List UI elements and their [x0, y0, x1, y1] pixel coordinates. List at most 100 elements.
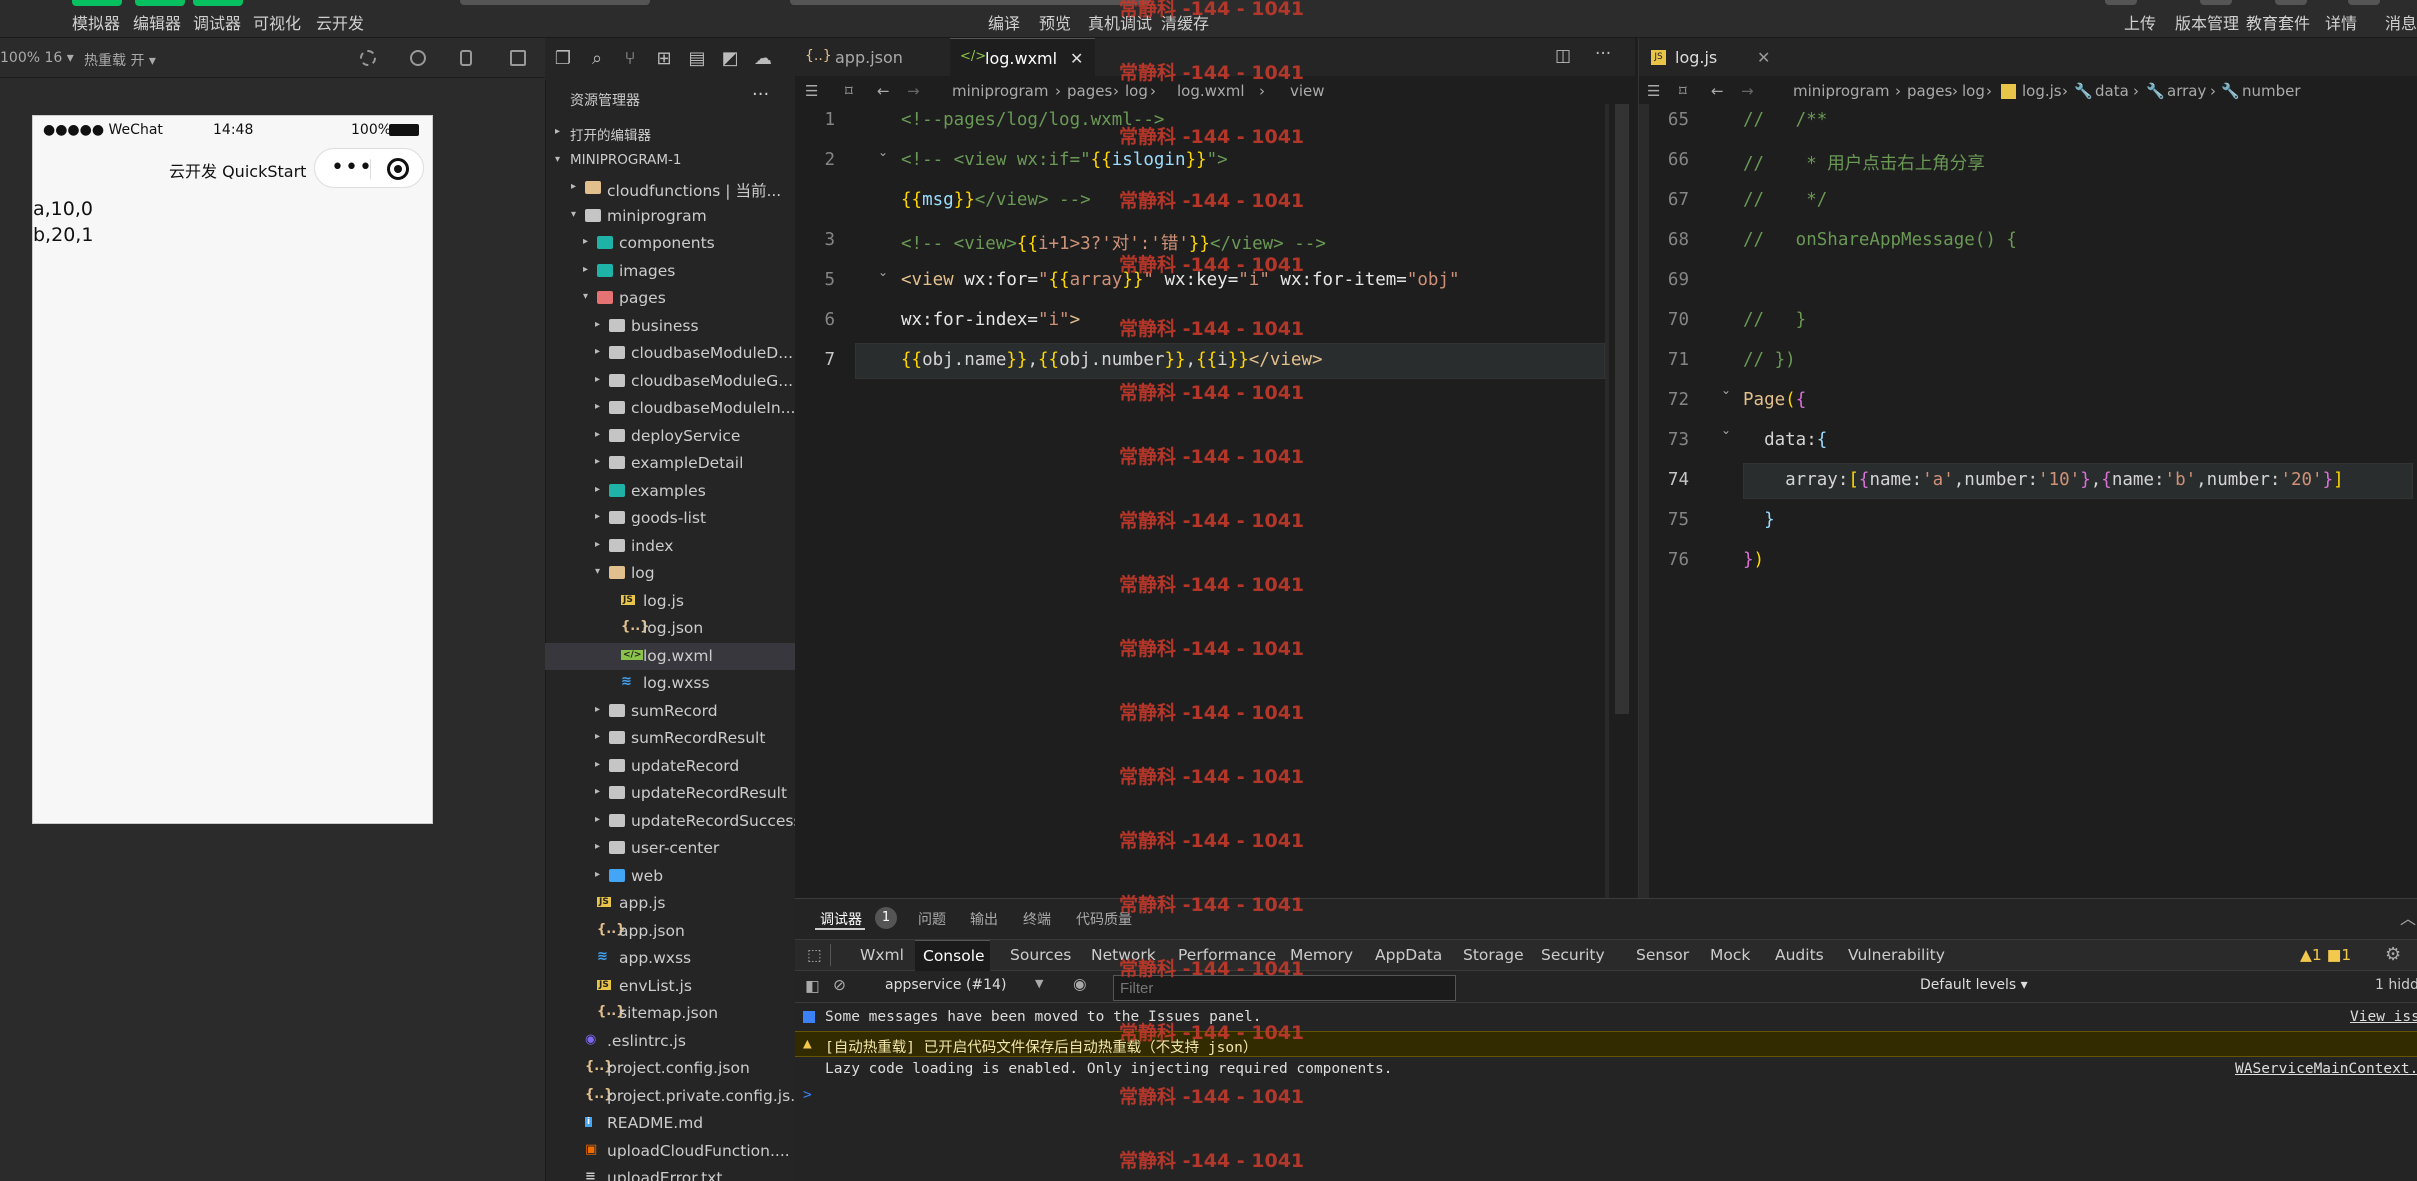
editor1-scrollbar[interactable] — [1615, 104, 1629, 714]
tab-problems[interactable]: 问题 — [918, 909, 946, 929]
breadcrumb-item[interactable]: miniprogram — [952, 82, 1048, 100]
breadcrumb-item[interactable]: array — [2167, 82, 2206, 100]
code-line-current[interactable]: array:[{name:'a',number:'10'},{name:'b',… — [1743, 470, 2344, 510]
fold-chevron-icon[interactable]: ⌄ — [878, 145, 888, 159]
code-line[interactable]: }) — [1743, 550, 1764, 590]
code-line[interactable]: // onShareAppMessage() { — [1743, 230, 2017, 270]
tree-file[interactable]: ≋ log.wxss — [545, 670, 795, 698]
sidebar-toggle-icon[interactable]: ◧ — [805, 977, 820, 995]
toolbar-editor-button[interactable]: 编辑器 — [133, 10, 181, 34]
tab-log-js[interactable]: JS log.js ✕ — [1639, 38, 1779, 76]
search-icon[interactable]: ⌕ — [586, 48, 608, 70]
compile-mode-select[interactable] — [790, 0, 1150, 5]
code-line[interactable]: {{msg}}</view> --> — [901, 190, 1091, 230]
console-prompt[interactable]: > — [795, 1083, 2417, 1109]
tree-file[interactable]: {..} log.json — [545, 615, 795, 643]
context-select[interactable]: appservice (#14) — [885, 977, 1006, 993]
tab-sensor[interactable]: Sensor — [1636, 946, 1689, 964]
tree-folder[interactable]: ▸ index — [545, 533, 795, 561]
tree-folder[interactable]: ▸ deployService — [545, 423, 795, 451]
code-line[interactable]: // */ — [1743, 190, 1827, 230]
tree-folder[interactable]: ▸ cloudbaseModuleIn... — [545, 395, 795, 423]
close-miniprogram-icon[interactable] — [387, 158, 409, 180]
bookmark-icon[interactable]: ⌑ — [845, 82, 853, 100]
phone-icon[interactable] — [460, 50, 472, 66]
tab-mock[interactable]: Mock — [1710, 946, 1750, 964]
tree-folder[interactable]: ▾ miniprogram — [545, 203, 795, 231]
fold-chevron-icon[interactable]: ⌄ — [1721, 423, 1731, 437]
breadcrumb-item[interactable]: pages — [1907, 82, 1952, 100]
refresh-icon[interactable] — [360, 50, 376, 66]
tab-debugger[interactable]: 调试器 — [820, 909, 862, 929]
tree-folder[interactable]: ▸ components — [545, 230, 795, 258]
breadcrumb-item[interactable]: miniprogram — [1793, 82, 1889, 100]
code-line[interactable]: // }) — [1743, 350, 1796, 390]
forward-icon[interactable]: → — [1741, 82, 1754, 100]
menu-capsule[interactable]: ••• — [314, 148, 424, 188]
forward-icon[interactable]: → — [907, 82, 920, 100]
tree-folder[interactable]: ▸ updateRecord — [545, 753, 795, 781]
popout-icon[interactable] — [510, 50, 526, 66]
tree-file[interactable]: </> log.wxml — [545, 642, 795, 670]
tree-file[interactable]: JS log.js — [545, 588, 795, 616]
tree-file[interactable]: {..} project.config.json — [545, 1055, 795, 1083]
list-icon[interactable]: ☰ — [805, 82, 818, 100]
zoom-select[interactable]: 100% 16 ▾ — [0, 50, 74, 66]
code-line[interactable]: // } — [1743, 310, 1806, 350]
toolbar-compile-button[interactable]: 编译 — [988, 10, 1020, 34]
tree-folder[interactable]: ▸ sumRecordResult — [545, 725, 795, 753]
hot-reload-toggle[interactable]: 热重载 开 ▾ — [84, 50, 156, 70]
tab-terminal[interactable]: 终端 — [1023, 909, 1051, 929]
tree-folder[interactable]: ▸ user-center — [545, 835, 795, 863]
code-line[interactable]: <!-- <view wx:if="{{islogin}}"> — [901, 150, 1228, 190]
tree-folder[interactable]: ▸ updateRecordResult — [545, 780, 795, 808]
collapse-panel-icon[interactable]: ︿ — [2400, 905, 2416, 929]
tree-file[interactable]: i README.md — [545, 1110, 795, 1138]
tree-file[interactable]: JS app.js — [545, 890, 795, 918]
tree-folder[interactable]: ▸ goods-list — [545, 505, 795, 533]
tree-folder[interactable]: ▸ updateRecordSuccess — [545, 808, 802, 836]
tree-folder[interactable]: ▸ images — [545, 258, 795, 286]
clear-console-icon[interactable]: ⊘ — [833, 976, 846, 994]
tab-vulnerability[interactable]: Vulnerability — [1848, 946, 1945, 964]
close-icon[interactable]: ✕ — [1757, 48, 1770, 67]
mode-select[interactable] — [460, 0, 650, 5]
log-levels-select[interactable]: Default levels ▾ — [1920, 977, 2028, 993]
tab-output[interactable]: 输出 — [970, 909, 998, 929]
outline-icon[interactable]: ▤ — [686, 48, 708, 70]
view-issues-link[interactable]: View iss — [2350, 1009, 2417, 1025]
fold-chevron-icon[interactable]: ⌄ — [878, 265, 888, 279]
tree-file[interactable]: ◉ .eslintrc.js — [545, 1028, 795, 1056]
close-icon[interactable]: ✕ — [1070, 49, 1083, 68]
toolbar-cloud-button[interactable]: 云开发 — [316, 10, 364, 34]
breadcrumb-item[interactable]: number — [2242, 82, 2301, 100]
list-icon[interactable]: ☰ — [1647, 82, 1660, 100]
more-icon[interactable]: ••• — [331, 155, 373, 180]
tree-file[interactable]: ▣ uploadCloudFunction.... — [545, 1138, 795, 1166]
tab-security[interactable]: Security — [1541, 946, 1605, 964]
eye-icon[interactable]: ◉ — [1073, 975, 1087, 993]
tab-wxml[interactable]: Wxml — [860, 946, 904, 964]
open-editors-section[interactable]: ▸ 打开的编辑器 — [545, 120, 795, 148]
tree-file[interactable]: JS envList.js — [545, 973, 795, 1001]
back-icon[interactable]: ← — [1711, 82, 1724, 100]
breadcrumb-item[interactable]: log.js — [2022, 82, 2062, 100]
tree-file[interactable]: {..} project.private.config.js... — [545, 1083, 805, 1111]
tree-folder[interactable]: ▾ log — [545, 560, 795, 588]
toolbar-debugger-button[interactable]: 调试器 — [193, 10, 241, 34]
toolbar-edu-button[interactable]: 教育套件 — [2246, 10, 2310, 34]
tab-log-wxml[interactable]: </> log.wxml ✕ — [950, 38, 1095, 76]
split-editor-icon[interactable]: ◫ — [1555, 46, 1571, 66]
toolbar-detail-button[interactable]: 详情 — [2325, 10, 2357, 34]
toolbar-upload-button[interactable]: 上传 — [2124, 10, 2156, 34]
tree-folder[interactable]: ▸ exampleDetail — [545, 450, 795, 478]
breadcrumb-item[interactable]: data — [2095, 82, 2129, 100]
tree-folder[interactable]: ▸ web — [545, 863, 795, 891]
tab-sources[interactable]: Sources — [1010, 946, 1071, 964]
stop-icon[interactable] — [410, 50, 426, 66]
explorer-more-icon[interactable]: ··· — [752, 84, 769, 105]
breadcrumb-item[interactable]: pages — [1067, 82, 1112, 100]
back-icon[interactable]: ← — [877, 82, 890, 100]
tree-folder[interactable]: ▸ cloudbaseModuleD... — [545, 340, 795, 368]
bookmark-icon[interactable]: ⌑ — [1679, 82, 1687, 100]
